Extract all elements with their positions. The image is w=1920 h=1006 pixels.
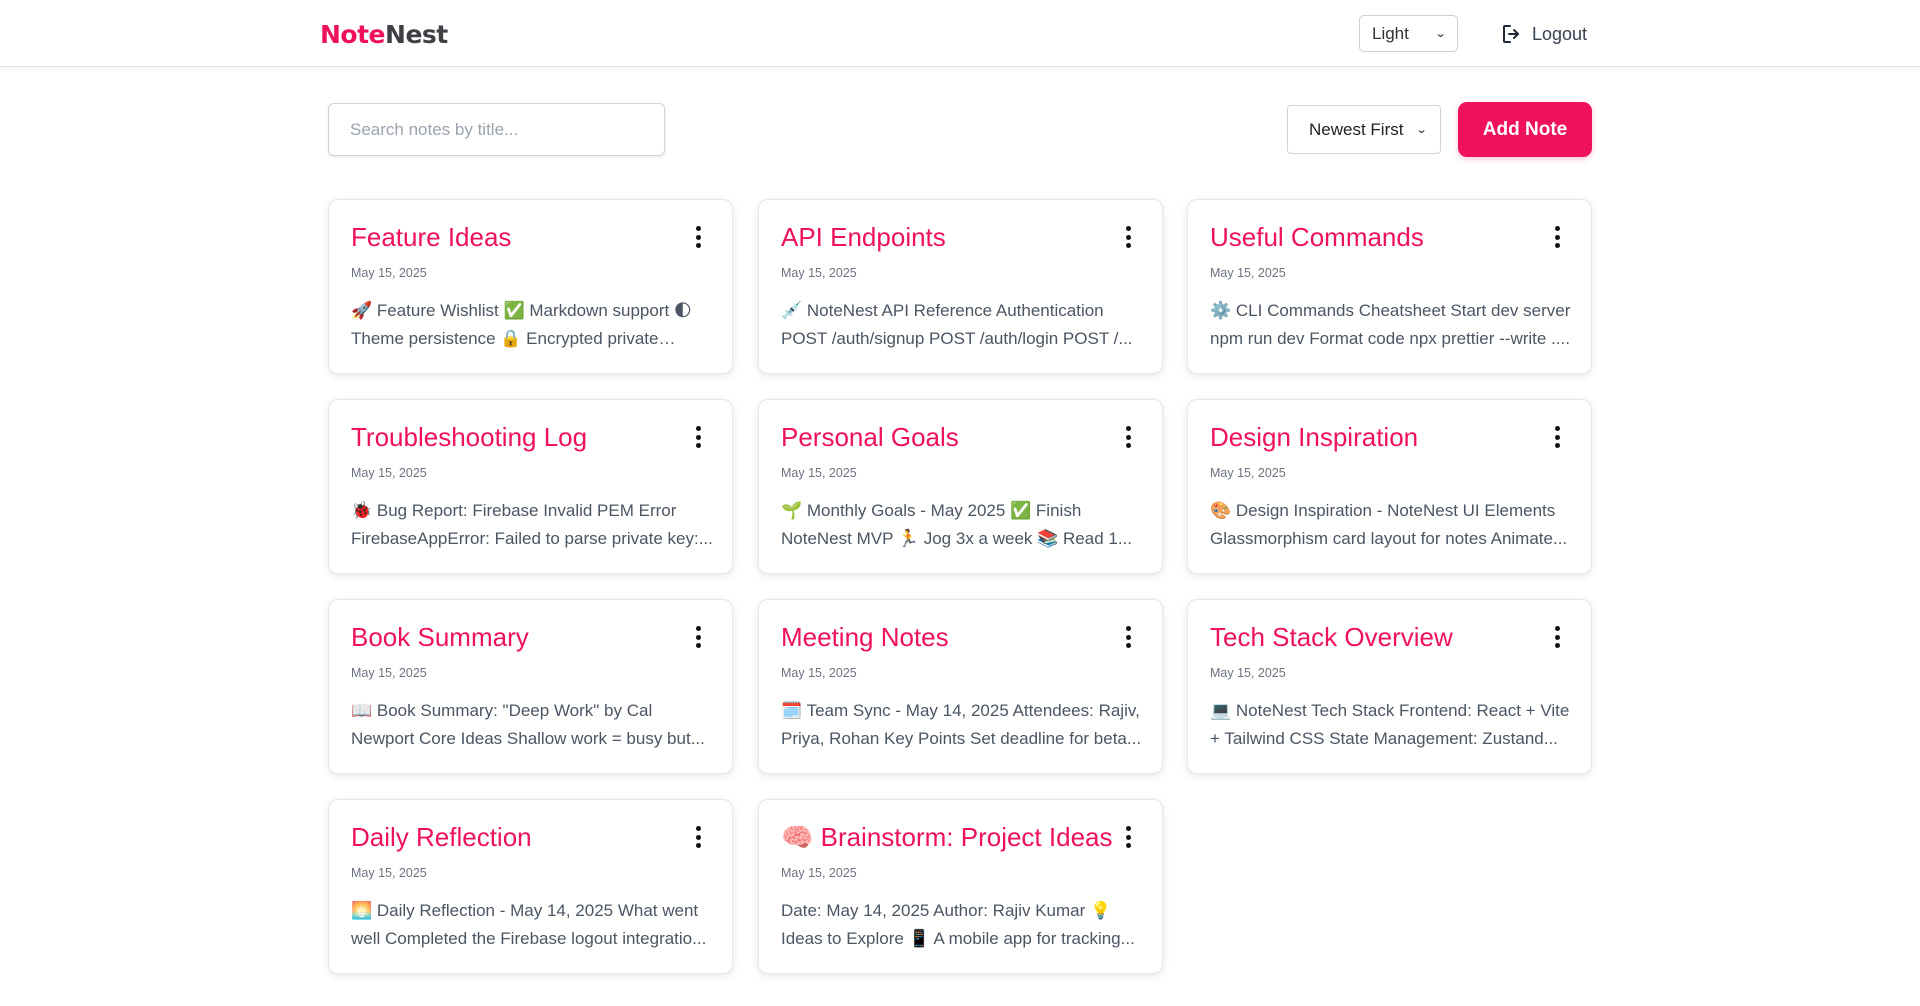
note-title: Troubleshooting Log [351,422,588,452]
note-date: May 15, 2025 [1210,266,1286,280]
note-preview: 💻 NoteNest Tech Stack Frontend: React + … [1210,701,1570,748]
logout-button[interactable]: Logout [1500,20,1587,48]
note-preview: 📖 Book Summary: "Deep Work" by Cal Newpo… [351,701,705,748]
theme-select[interactable]: Light ⌄ [1359,15,1458,52]
more-options-icon[interactable] [1124,626,1132,648]
note-card[interactable]: Book Summary May 15, 2025 📖 Book Summary… [328,599,733,774]
chevron-down-icon: ⌄ [1415,124,1428,136]
more-options-icon[interactable] [694,626,702,648]
note-title: Personal Goals [781,422,959,452]
logo-part-nest: Nest [385,20,448,49]
add-note-button[interactable]: Add Note [1458,102,1592,157]
logout-icon [1503,25,1519,43]
note-card[interactable]: 🧠 Brainstorm: Project Ideas May 15, 2025… [758,799,1163,974]
note-date: May 15, 2025 [781,266,857,280]
note-date: May 15, 2025 [351,866,427,880]
add-note-label: Add Note [1482,118,1568,140]
more-options-icon[interactable] [694,226,702,248]
more-options-icon[interactable] [1124,226,1132,248]
note-preview: 🗓️ Team Sync - May 14, 2025 Attendees: R… [781,701,1142,748]
note-title: Daily Reflection [351,822,532,852]
note-preview: ⚙️ CLI Commands Cheatsheet Start dev ser… [1210,301,1571,348]
note-card[interactable]: Feature Ideas May 15, 2025 🚀 Feature Wis… [328,199,733,374]
more-options-icon[interactable] [1553,226,1561,248]
note-preview: 💉 NoteNest API Reference Authentication … [781,301,1133,348]
note-card[interactable]: Tech Stack Overview May 15, 2025 💻 NoteN… [1187,599,1592,774]
more-options-icon[interactable] [1553,626,1561,648]
sort-select[interactable]: Newest First ⌄ [1287,105,1441,154]
search-placeholder: Search notes by title... [350,119,519,139]
note-card[interactable]: Design Inspiration May 15, 2025 🎨 Design… [1187,399,1592,574]
note-title: Feature Ideas [351,222,512,252]
note-preview: 🎨 Design Inspiration - NoteNest UI Eleme… [1210,501,1568,548]
note-title: 🧠 Brainstorm: Project Ideas [781,822,1113,852]
note-date: May 15, 2025 [351,666,427,680]
sort-select-value: Newest First [1309,119,1404,139]
note-title: API Endpoints [781,222,946,252]
note-date: May 15, 2025 [1210,666,1286,680]
logout-label: Logout [1532,23,1588,44]
note-title: Tech Stack Overview [1210,622,1453,652]
note-date: May 15, 2025 [781,466,857,480]
more-options-icon[interactable] [694,426,702,448]
more-options-icon[interactable] [1124,426,1132,448]
note-title: Design Inspiration [1210,422,1419,452]
note-card[interactable]: Useful Commands May 15, 2025 ⚙️ CLI Comm… [1187,199,1592,374]
note-card[interactable]: Troubleshooting Log May 15, 2025 🐞 Bug R… [328,399,733,574]
note-title: Book Summary [351,622,529,652]
more-options-icon[interactable] [1553,426,1561,448]
note-card[interactable]: Meeting Notes May 15, 2025 🗓️ Team Sync … [758,599,1163,774]
more-options-icon[interactable] [694,826,702,848]
note-card[interactable]: API Endpoints May 15, 2025 💉 NoteNest AP… [758,199,1163,374]
note-card[interactable]: Daily Reflection May 15, 2025 🌅 Daily Re… [328,799,733,974]
theme-select-value: Light [1372,23,1409,43]
logo-part-note: Note [320,20,386,49]
note-preview: 🚀 Feature Wishlist ✅ Markdown support 🌓 … [351,301,692,348]
note-title: Useful Commands [1210,222,1424,252]
note-date: May 15, 2025 [351,266,427,280]
note-date: May 15, 2025 [1210,466,1286,480]
app-logo[interactable]: NoteNest [320,20,448,49]
note-preview: Date: May 14, 2025 Author: Rajiv Kumar 💡… [781,901,1135,948]
note-date: May 15, 2025 [781,666,857,680]
note-preview: 🐞 Bug Report: Firebase Invalid PEM Error… [351,501,713,548]
more-options-icon[interactable] [1124,826,1132,848]
note-preview: 🌅 Daily Reflection - May 14, 2025 What w… [351,901,707,948]
top-navbar: NoteNest Light ⌄ Logout [0,0,1920,67]
chevron-down-icon: ⌄ [1434,28,1447,40]
note-date: May 15, 2025 [781,866,857,880]
note-card[interactable]: Personal Goals May 15, 2025 🌱 Monthly Go… [758,399,1163,574]
note-date: May 15, 2025 [351,466,427,480]
note-preview: 🌱 Monthly Goals - May 2025 ✅ Finish Note… [781,501,1133,548]
note-title: Meeting Notes [781,622,949,652]
search-input[interactable]: Search notes by title... [328,103,665,156]
